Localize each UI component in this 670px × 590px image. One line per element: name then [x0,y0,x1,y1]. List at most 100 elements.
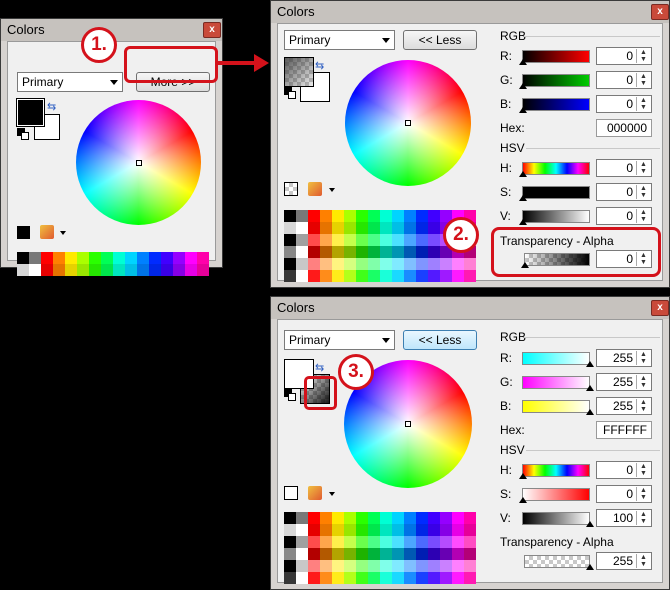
palette-swatch[interactable] [404,210,416,222]
wheel-selector[interactable] [405,421,411,427]
palette-swatch[interactable] [332,572,344,584]
slider-handle[interactable] [586,521,594,527]
spinner-icon[interactable]: ▲ ▼ [636,399,650,413]
palette-swatch[interactable] [320,560,332,572]
palette-swatch[interactable] [308,524,320,536]
palette-swatch[interactable] [320,512,332,524]
palette-swatch[interactable] [368,572,380,584]
palette-swatch[interactable] [89,252,101,264]
hex-input[interactable]: 000000 [596,119,652,137]
h-value[interactable]: 0 ▲ ▼ [596,159,652,177]
palette-swatch[interactable] [356,512,368,524]
palette-swatch[interactable] [308,560,320,572]
palette-swatch[interactable] [464,524,476,536]
palette-swatch[interactable] [416,560,428,572]
palette-swatch[interactable] [452,536,464,548]
primary-dropdown[interactable]: Primary [17,72,123,92]
r-value[interactable]: 255 ▲ ▼ [596,349,652,367]
palette-swatch[interactable] [368,548,380,560]
palette-swatch[interactable] [440,512,452,524]
palette-swatch[interactable] [296,560,308,572]
palette-swatch[interactable] [284,572,296,584]
palette-swatch[interactable] [65,252,77,264]
wheel-selector[interactable] [136,160,142,166]
palette-swatch[interactable] [113,264,125,276]
palette-swatch[interactable] [356,234,368,246]
add-color-icon[interactable] [17,226,30,239]
palette-swatch[interactable] [452,270,464,282]
palette-swatch[interactable] [296,246,308,258]
palette-swatch[interactable] [416,572,428,584]
palette-swatch[interactable] [452,560,464,572]
add-color-icon[interactable] [284,486,298,500]
b-value[interactable]: 0 ▲ ▼ [596,95,652,113]
palette-swatch[interactable] [296,222,308,234]
spinner-icon[interactable]: ▲ ▼ [636,463,650,477]
palette-swatch[interactable] [320,270,332,282]
color-palette[interactable] [17,252,209,276]
spinner-icon[interactable]: ▲ ▼ [636,554,650,568]
palette-swatch[interactable] [320,222,332,234]
palette-swatch[interactable] [41,264,53,276]
palette-swatch[interactable] [344,258,356,270]
palette-swatch[interactable] [344,512,356,524]
palette-swatch[interactable] [344,560,356,572]
palette-swatch[interactable] [284,222,296,234]
palette-swatch[interactable] [332,560,344,572]
palette-swatch[interactable] [356,258,368,270]
palette-swatch[interactable] [284,258,296,270]
palette-swatch[interactable] [416,548,428,560]
palette-swatch[interactable] [308,222,320,234]
b-slider[interactable] [522,98,590,111]
palette-swatch[interactable] [17,264,29,276]
palette-swatch[interactable] [428,210,440,222]
palette-swatch[interactable] [125,252,137,264]
palette-swatch[interactable] [356,572,368,584]
palette-swatch[interactable] [344,270,356,282]
slider-handle[interactable] [586,361,594,367]
palette-swatch[interactable] [308,512,320,524]
chevron-down-icon[interactable] [60,231,66,235]
palette-swatch[interactable] [137,252,149,264]
palette-swatch[interactable] [368,234,380,246]
palette-swatch[interactable] [284,560,296,572]
palette-swatch[interactable] [392,572,404,584]
palette-swatch[interactable] [380,560,392,572]
palette-swatch[interactable] [149,252,161,264]
palette-swatch[interactable] [161,252,173,264]
slider-handle[interactable] [519,83,527,89]
palette-swatch[interactable] [380,210,392,222]
palette-swatch[interactable] [392,246,404,258]
h-value[interactable]: 0 ▲ ▼ [596,461,652,479]
v-slider[interactable] [522,210,590,223]
palette-swatch[interactable] [464,536,476,548]
palette-swatch[interactable] [284,270,296,282]
palette-swatch[interactable] [356,524,368,536]
palette-swatch[interactable] [416,270,428,282]
g-value[interactable]: 0 ▲ ▼ [596,71,652,89]
palette-swatch[interactable] [308,258,320,270]
palette-swatch[interactable] [404,222,416,234]
palette-swatch[interactable] [65,264,77,276]
palette-swatch[interactable] [404,234,416,246]
palette-swatch[interactable] [113,252,125,264]
title-bar[interactable]: Colors x [271,297,669,319]
palette-swatch[interactable] [308,572,320,584]
g-slider[interactable] [522,74,590,87]
palette-swatch[interactable] [308,270,320,282]
palette-swatch[interactable] [416,512,428,524]
palette-swatch[interactable] [308,234,320,246]
palette-swatch[interactable] [416,234,428,246]
swap-arrow-icon[interactable]: ⇆ [47,100,56,113]
close-icon[interactable]: x [203,22,221,38]
palette-menu-icon[interactable] [308,182,322,196]
palette-swatch[interactable] [356,222,368,234]
palette-menu-icon[interactable] [40,225,54,239]
palette-swatch[interactable] [428,258,440,270]
palette-swatch[interactable] [89,264,101,276]
palette-swatch[interactable] [392,210,404,222]
palette-swatch[interactable] [392,512,404,524]
palette-swatch[interactable] [356,210,368,222]
palette-swatch[interactable] [464,270,476,282]
palette-swatch[interactable] [356,560,368,572]
